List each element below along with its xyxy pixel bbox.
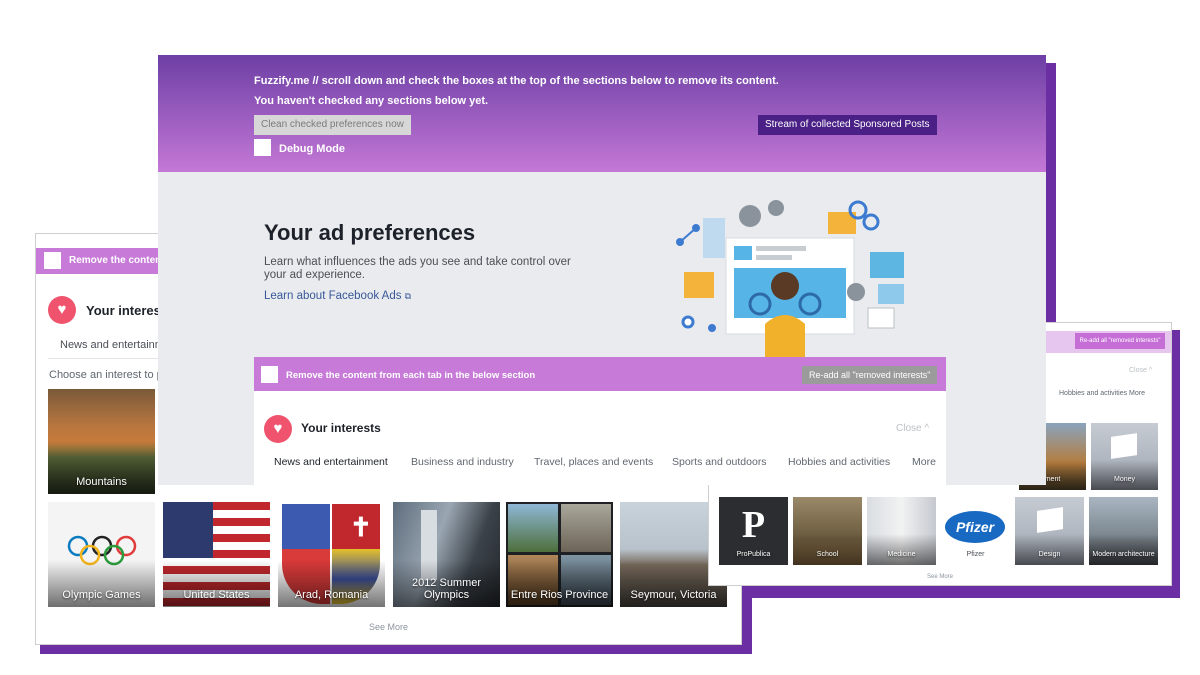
interest-tile-united-states[interactable]: United States: [163, 502, 270, 607]
clean-preferences-button[interactable]: Clean checked preferences now: [254, 115, 411, 135]
interest-tile-money[interactable]: Money: [1091, 423, 1158, 490]
learn-about-ads-link[interactable]: Learn about Facebook Ads ⧉: [264, 290, 411, 302]
fuzzify-main-window: Fuzzify.me // scroll down and check the …: [158, 55, 1046, 485]
interest-tile-arad-romania[interactable]: ✝ Arad, Romania: [278, 502, 385, 607]
tab-business-and-industry[interactable]: Business and industry: [411, 456, 514, 468]
propublica-logo-icon: P: [741, 504, 766, 546]
interests-title: Your interests: [301, 421, 381, 435]
remove-content-label: Remove the content f: [69, 255, 171, 266]
instructions-text: Fuzzify.me // scroll down and check the …: [254, 75, 779, 87]
fuzzify-header: Fuzzify.me // scroll down and check the …: [158, 55, 1046, 172]
interest-tile-olympic-games[interactable]: Olympic Games: [48, 502, 155, 607]
chevron-up-icon: ^: [1148, 367, 1153, 374]
interest-tile-medicine[interactable]: Medicine: [867, 497, 936, 565]
flag-canton: [163, 502, 213, 558]
close-label: Close: [1129, 367, 1147, 374]
interest-tile-pfizer[interactable]: Pfizer Pfizer: [941, 497, 1010, 565]
close-label: Close: [896, 423, 922, 434]
status-text: You haven't checked any sections below y…: [254, 95, 489, 107]
sponsored-posts-stream-button[interactable]: Stream of collected Sponsored Posts: [758, 115, 937, 135]
tile-label: School: [816, 551, 839, 558]
interests-title: Your interest: [86, 303, 166, 318]
tab-hobbies-and-activities[interactable]: Hobbies and activities: [788, 456, 890, 468]
photo-collage-1: [508, 504, 558, 552]
flag-icon: [1037, 507, 1063, 533]
tile-label: United States: [183, 589, 250, 601]
tile-label: Arad, Romania: [294, 589, 369, 601]
tile-label: Money: [1113, 476, 1135, 483]
readd-removed-interests-button[interactable]: Re-add all "removed interests": [1075, 333, 1165, 349]
tile-label: Entre Rios Province: [510, 589, 609, 601]
choose-interest-text: Choose an interest to pr: [49, 369, 167, 381]
tab-news-and-entertainment[interactable]: News and entertainm: [60, 339, 164, 351]
tile-label: Olympic Games: [62, 589, 141, 601]
learn-link-label: Learn about Facebook Ads: [264, 290, 402, 302]
see-more-link[interactable]: See More: [709, 574, 1171, 580]
interest-tile-design[interactable]: Design: [1015, 497, 1084, 565]
tile-label: ProPublica: [736, 551, 771, 558]
ad-preferences-illustration: [676, 200, 904, 360]
chevron-up-icon: ^: [924, 423, 930, 434]
interest-tile-entre-rios-province[interactable]: Entre Rios Province: [506, 502, 613, 607]
remove-content-checkbox[interactable]: [44, 252, 61, 269]
cross-icon: ✝: [350, 512, 372, 542]
tab-travel-places-events[interactable]: Travel, places and events: [534, 456, 653, 468]
external-link-icon: ⧉: [404, 291, 412, 301]
close-link[interactable]: Close ^: [1129, 367, 1152, 374]
remove-content-label: Remove the content from each tab in the …: [286, 370, 536, 381]
heart-icon: ♥: [264, 415, 292, 443]
remove-content-checkbox[interactable]: [261, 366, 278, 383]
tile-label: Design: [1038, 551, 1061, 558]
interest-tile-mountains[interactable]: Mountains: [48, 389, 155, 494]
see-more-link[interactable]: See More: [36, 622, 741, 632]
close-link[interactable]: Close ^: [896, 423, 929, 434]
tile-label: Mountains: [76, 476, 127, 488]
tab-divider: [48, 358, 168, 359]
tile-label: Pfizer: [966, 551, 985, 558]
page-description: Learn what influences the ads you see an…: [264, 256, 571, 281]
interest-tile-propublica[interactable]: P ProPublica: [719, 497, 788, 565]
heart-icon: ♥: [48, 296, 76, 324]
interest-tile-school[interactable]: School: [793, 497, 862, 565]
interest-tile-modern-architecture[interactable]: Modern architecture: [1089, 497, 1158, 565]
flag-icon: [1111, 433, 1137, 459]
tile-label: Medicine: [887, 551, 916, 558]
tile-label: Modern architecture: [1092, 551, 1155, 558]
tab-sports-and-outdoors[interactable]: Sports and outdoors: [672, 456, 767, 468]
tile-label: 2012 Summer Olympics: [411, 577, 482, 601]
remove-content-bar: Remove the content from each tab in the …: [254, 357, 946, 391]
debug-mode-label: Debug Mode: [279, 143, 345, 155]
your-interests-panel: ♥ Your interests Close ^ News and entert…: [254, 391, 946, 485]
interest-tabs[interactable]: Hobbies and activities More: [1059, 390, 1145, 397]
tab-news-and-entertainment[interactable]: News and entertainment: [274, 456, 388, 468]
pfizer-logo-icon: Pfizer: [945, 511, 1005, 543]
page-title: Your ad preferences: [264, 220, 476, 245]
debug-mode-checkbox[interactable]: [254, 139, 271, 156]
tile-label: Seymour, Victoria: [630, 589, 717, 601]
photo-collage-2: [561, 504, 611, 552]
interest-tile-2012-summer-olympics[interactable]: 2012 Summer Olympics: [393, 502, 500, 607]
tab-more[interactable]: More: [912, 456, 936, 468]
readd-removed-interests-button[interactable]: Re-add all "removed interests": [802, 366, 938, 384]
